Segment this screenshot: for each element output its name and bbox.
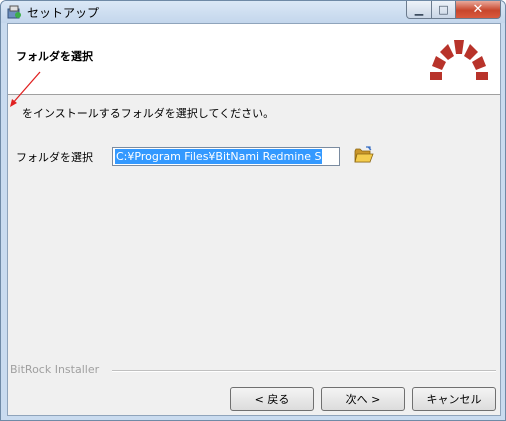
- maximize-icon: □: [438, 3, 449, 16]
- dialog-client-area: フォルダを選択 をインストールするフォルダを選択してください。 フォルダを選択: [7, 23, 501, 416]
- installer-brand-label: BitRock Installer: [10, 363, 100, 376]
- maximize-button[interactable]: □: [431, 1, 456, 19]
- setup-app-icon: [7, 5, 21, 19]
- cancel-button[interactable]: キャンセル: [412, 387, 496, 411]
- close-icon: ✕: [472, 2, 484, 17]
- back-button[interactable]: < 戻る: [230, 387, 314, 411]
- redmine-logo-icon: [430, 40, 488, 80]
- folder-open-icon[interactable]: [354, 146, 374, 164]
- header-panel: フォルダを選択: [8, 24, 500, 95]
- cancel-button-label: キャンセル: [426, 393, 482, 406]
- red-arrow-icon: [10, 71, 41, 107]
- page-title: フォルダを選択: [16, 50, 93, 63]
- window-title: セットアップ: [27, 6, 100, 20]
- folder-path-input[interactable]: C:¥Program Files¥BitNami Redmine S: [112, 147, 340, 166]
- minimize-icon: ▁: [414, 3, 424, 16]
- next-button-label: 次へ >: [345, 393, 381, 406]
- instruction-text: をインストールするフォルダを選択してください。: [22, 107, 275, 120]
- next-button[interactable]: 次へ >: [321, 387, 405, 411]
- minimize-button[interactable]: ▁: [406, 1, 432, 19]
- footer-divider: [112, 370, 496, 372]
- back-button-label: < 戻る: [254, 393, 290, 406]
- title-bar[interactable]: セットアップ ▁ □ ✕: [1, 1, 505, 23]
- folder-path-value: C:¥Program Files¥BitNami Redmine S: [115, 149, 323, 164]
- close-button[interactable]: ✕: [455, 1, 501, 19]
- folder-label: フォルダを選択: [16, 151, 93, 164]
- setup-window: セットアップ ▁ □ ✕ フォルダを選択 をインストールするフォルダを選択してく…: [0, 0, 506, 421]
